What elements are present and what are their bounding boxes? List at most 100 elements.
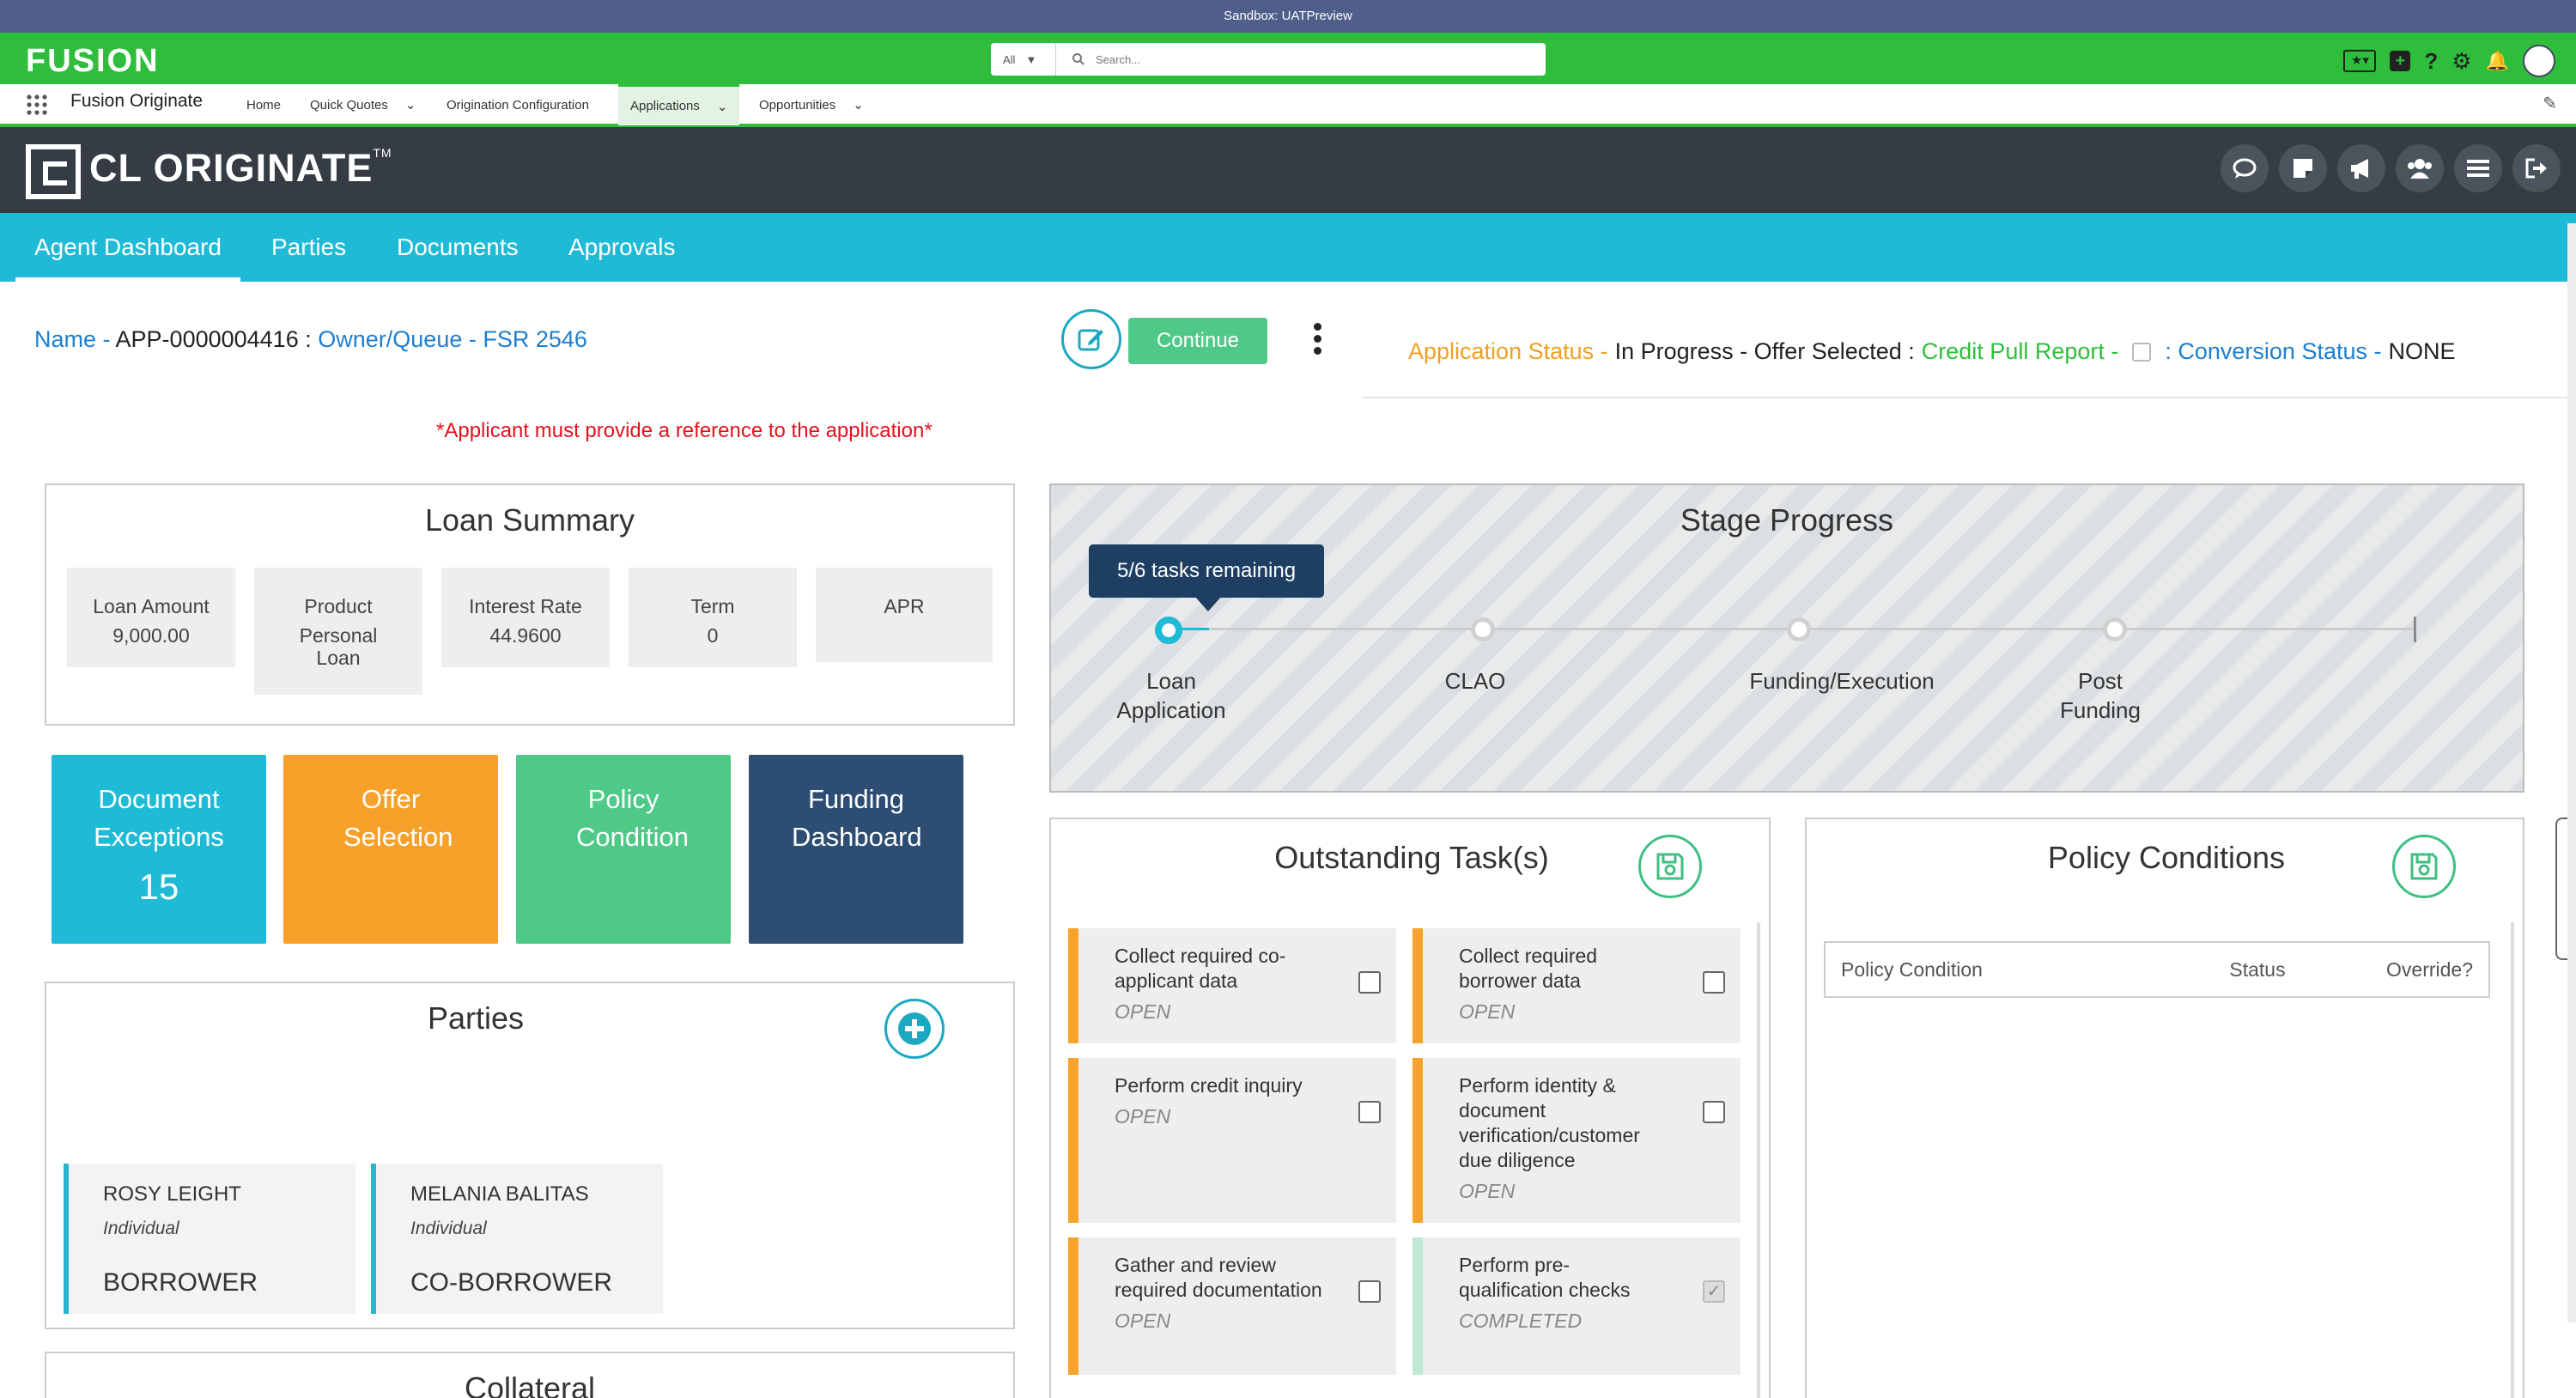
search-scope-select[interactable]: All ▼ [991, 43, 1056, 76]
name-label: Name - [34, 326, 111, 352]
tab-documents[interactable]: Documents [397, 213, 519, 282]
collateral-title: Collateral [464, 1371, 596, 1398]
policy-conditions-panel: Policy Conditions Policy Condition Statu… [1805, 818, 2524, 1398]
owner-value: FSR 2546 [483, 326, 587, 352]
task-checkbox[interactable] [1358, 971, 1381, 994]
policy-condition-tile[interactable]: Policy Condition [516, 755, 731, 944]
cl-trademark: TM [373, 146, 392, 160]
policy-table-header: Policy Condition Status Override? [1824, 941, 2490, 998]
collateral-panel: Collateral [45, 1352, 1015, 1398]
application-status-line: Application Status - In Progress - Offer… [1408, 338, 2456, 365]
avatar[interactable] [2523, 45, 2555, 77]
favorites-icon[interactable]: ★▾ [2343, 50, 2377, 72]
product-label: Product [304, 595, 373, 617]
party-card[interactable]: ROSY LEIGHT Individual BORROWER [64, 1164, 355, 1314]
tab-parties[interactable]: Parties [271, 213, 346, 282]
chevron-down-icon[interactable]: ⌄ [717, 99, 728, 114]
chevron-down-icon[interactable]: ⌄ [405, 97, 416, 112]
task-checkbox[interactable] [1703, 1101, 1725, 1123]
save-policy-button[interactable] [2392, 835, 2456, 898]
task-title: Perform credit inquiry [1115, 1074, 1303, 1097]
document-exceptions-tile[interactable]: Document Exceptions 15 [52, 755, 266, 944]
continue-button[interactable]: Continue [1128, 318, 1267, 364]
loan-summary-title: Loan Summary [424, 502, 635, 538]
task-checkbox[interactable] [1358, 1101, 1381, 1123]
stage-track-end [2414, 617, 2416, 642]
stage-node[interactable] [2103, 617, 2127, 641]
task-status: COMPLETED [1459, 1310, 1583, 1332]
interest-rate-label: Interest Rate [469, 595, 582, 617]
app-launcher-icon[interactable] [26, 94, 48, 116]
product-box: Product Personal Loan [254, 568, 422, 695]
pencil-icon[interactable]: ✎ [2543, 93, 2557, 114]
app-name: Fusion Originate [70, 91, 204, 111]
policy-condition-label: Policy Condition [576, 784, 689, 852]
task-status: OPEN [1115, 1105, 1171, 1128]
parties-title: Parties [427, 1000, 525, 1036]
stage-node[interactable] [1787, 617, 1811, 641]
task-card[interactable]: Perform identity & document verification… [1413, 1058, 1741, 1223]
help-icon[interactable]: ? [2424, 48, 2438, 75]
task-card[interactable]: Perform credit inquiry OPEN [1068, 1058, 1396, 1223]
search-icon [1072, 53, 1084, 65]
add-party-button[interactable] [884, 999, 945, 1059]
offer-selection-label: Offer Selection [343, 784, 453, 852]
edit-icon [1078, 329, 1103, 351]
sandbox-banner: Sandbox: UATPreview [0, 0, 2576, 33]
owner-label: Owner/Queue - [318, 326, 477, 352]
stage-progress-title: Stage Progress [1680, 502, 1894, 538]
tab-agent-dashboard[interactable]: Agent Dashboard [15, 213, 240, 282]
application-status-label: Application Status - [1408, 338, 1608, 364]
task-checkbox[interactable] [1703, 971, 1725, 994]
users-icon[interactable] [2396, 144, 2444, 192]
gear-icon[interactable]: ⚙ [2451, 48, 2471, 75]
credit-pull-checkbox[interactable] [2132, 342, 2152, 362]
stage-track-progress [1178, 628, 1209, 630]
save-tasks-button[interactable] [1638, 835, 1702, 898]
add-icon[interactable]: + [2390, 51, 2411, 71]
task-card[interactable]: Gather and review required documentation… [1068, 1237, 1396, 1375]
search-input[interactable]: Search... [1056, 52, 1546, 66]
scrollbar[interactable] [1757, 922, 1760, 1398]
logout-icon[interactable] [2512, 144, 2561, 192]
nav-quick-quotes-label: Quick Quotes [310, 97, 388, 112]
chevron-down-icon[interactable]: ⌄ [853, 97, 864, 112]
task-checkbox-checked[interactable]: ✓ [1703, 1280, 1725, 1303]
search-scope-label: All [1003, 52, 1016, 66]
task-card[interactable]: Collect required borrower data OPEN [1413, 928, 1741, 1043]
nav-home[interactable]: Home [246, 84, 281, 125]
nav-opportunities[interactable]: Opportunities ⌄ [759, 84, 864, 125]
nav-home-label: Home [246, 97, 282, 112]
bell-icon[interactable]: 🔔 [2486, 50, 2509, 72]
nav-origination-configuration[interactable]: Origination Configuration [447, 84, 589, 125]
page-scrollbar[interactable] [2567, 223, 2576, 1322]
more-options-icon[interactable] [1314, 323, 1326, 355]
term-value: 0 [707, 624, 719, 647]
note-icon[interactable] [2279, 144, 2327, 192]
cl-title-text: CL ORIGINATE [89, 146, 374, 190]
term-label: Term [690, 595, 735, 617]
nav-applications[interactable]: Applications ⌄ [618, 84, 740, 125]
megaphone-icon[interactable] [2337, 144, 2385, 192]
funding-dashboard-tile[interactable]: Funding Dashboard [749, 755, 963, 944]
task-checkbox[interactable] [1358, 1280, 1381, 1303]
task-card[interactable]: Perform pre-qualification checks COMPLET… [1413, 1237, 1741, 1375]
apr-label: APR [884, 595, 925, 617]
task-card[interactable]: Collect required co-applicant data OPEN [1068, 928, 1396, 1043]
party-card[interactable]: MELANIA BALITAS Individual CO-BORROWER [371, 1164, 663, 1314]
chat-icon[interactable] [2221, 144, 2269, 192]
tab-approvals[interactable]: Approvals [568, 213, 676, 282]
party-name: ROSY LEIGHT [103, 1182, 241, 1206]
nav-quick-quotes[interactable]: Quick Quotes ⌄ [310, 84, 416, 125]
stage-node-current[interactable] [1155, 617, 1182, 644]
edit-button[interactable] [1061, 309, 1121, 369]
chevron-down-icon: ▼ [1025, 52, 1037, 66]
menu-icon[interactable] [2454, 144, 2502, 192]
plus-icon [898, 1012, 931, 1045]
offer-selection-tile[interactable]: Offer Selection [283, 755, 498, 944]
task-title: Collect required borrower data [1459, 945, 1598, 992]
scrollbar[interactable] [2511, 922, 2514, 1398]
loan-amount-label: Loan Amount [93, 595, 210, 617]
stage-node[interactable] [1471, 617, 1495, 641]
column-override: Override? [2386, 957, 2473, 981]
